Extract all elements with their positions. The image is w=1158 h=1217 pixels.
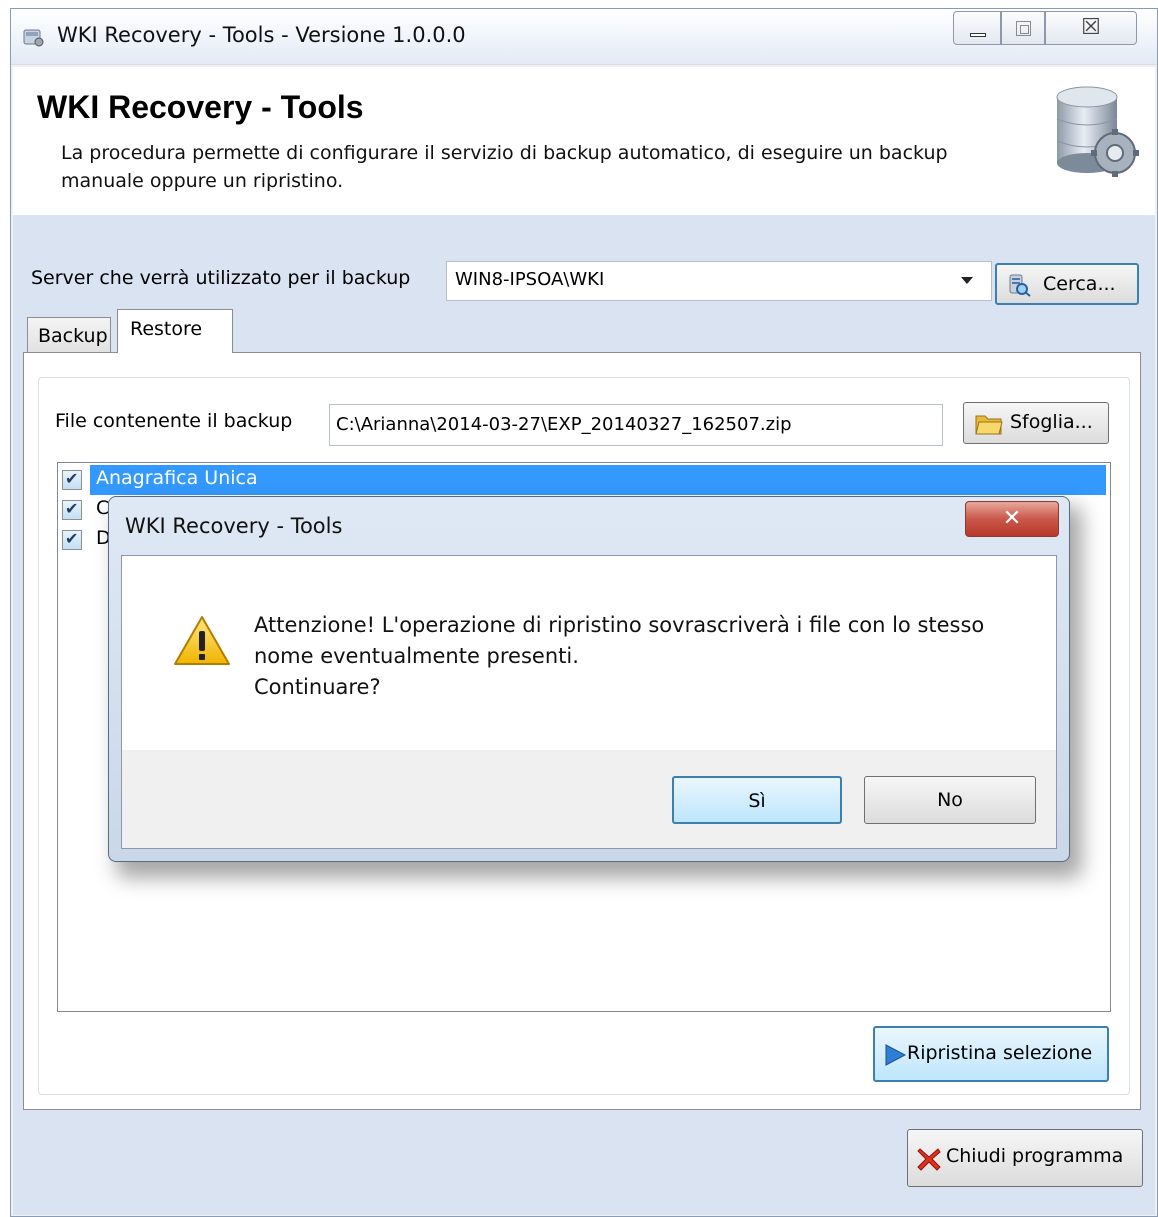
play-arrow-icon: [885, 1044, 907, 1066]
browse-button[interactable]: Sfoglia...: [963, 402, 1109, 444]
search-button-label: Cerca...: [1043, 273, 1116, 295]
restore-selection-button[interactable]: Ripristina selezione: [873, 1026, 1109, 1082]
tab-backup-label: Backup: [38, 325, 108, 347]
minimize-icon: [970, 33, 986, 37]
page-title: WKI Recovery - Tools: [37, 89, 364, 125]
maximize-icon: [1016, 21, 1031, 36]
warning-icon: [174, 616, 230, 665]
tab-backup[interactable]: Backup: [27, 317, 111, 353]
browse-button-label: Sfoglia...: [1010, 411, 1093, 433]
server-label: Server che verrà utilizzato per il backu…: [31, 267, 411, 289]
title-bar[interactable]: WKI Recovery - Tools - Versione 1.0.0.0 …: [11, 9, 1157, 65]
chevron-down-icon: [961, 277, 973, 284]
restore-selection-label: Ripristina selezione: [907, 1042, 1093, 1064]
close-icon: ✕: [1002, 506, 1022, 531]
close-program-button[interactable]: Chiudi programma: [907, 1129, 1143, 1187]
backup-file-field[interactable]: C:\Arianna\2014-03-27\EXP_20140327_16250…: [329, 404, 943, 446]
backup-file-label: File contenente il backup: [55, 410, 293, 432]
server-search-icon: [1009, 274, 1031, 297]
yes-button-label: Sì: [748, 790, 766, 812]
no-button[interactable]: No: [864, 776, 1036, 824]
dialog-message-line: Continuare?: [254, 675, 381, 699]
dialog-title: WKI Recovery - Tools: [125, 514, 343, 538]
red-x-icon: [917, 1148, 941, 1171]
close-program-label: Chiudi programma: [946, 1145, 1124, 1167]
confirm-dialog: WKI Recovery - Tools ✕ Attenzione! L'ope…: [108, 496, 1070, 862]
yes-button[interactable]: Sì: [672, 776, 842, 824]
maximize-button[interactable]: [1001, 11, 1045, 45]
app-icon: [23, 29, 44, 47]
server-value: WIN8-IPSOA\WKI: [455, 269, 605, 290]
tab-restore[interactable]: Restore: [117, 309, 233, 353]
dialog-close-button[interactable]: ✕: [965, 501, 1059, 537]
close-icon: ☒: [1081, 15, 1101, 40]
dialog-message-line: nome eventualmente presenti.: [254, 644, 579, 668]
search-server-button[interactable]: Cerca...: [995, 263, 1139, 305]
checkbox[interactable]: [62, 529, 82, 550]
dialog-message: Attenzione! L'operazione di ripristino s…: [254, 610, 1034, 703]
dialog-body: Attenzione! L'operazione di ripristino s…: [121, 555, 1057, 849]
page-description: La procedura permette di configurare il …: [61, 142, 948, 192]
list-item-label: Anagrafica Unica: [96, 467, 258, 489]
backup-file-value: C:\Arianna\2014-03-27\EXP_20140327_16250…: [336, 414, 792, 435]
window-close-button[interactable]: ☒: [1045, 11, 1137, 45]
checkbox[interactable]: [62, 499, 82, 520]
list-item[interactable]: Anagrafica Unica: [58, 465, 1106, 497]
tab-restore-label: Restore: [130, 318, 203, 340]
checkbox[interactable]: [62, 469, 82, 490]
server-dropdown[interactable]: WIN8-IPSOA\WKI: [446, 261, 992, 301]
window-title: WKI Recovery - Tools - Versione 1.0.0.0: [57, 23, 466, 47]
dialog-button-bar: Sì No: [122, 750, 1056, 848]
no-button-label: No: [937, 789, 963, 811]
folder-icon: [975, 415, 1003, 435]
dialog-message-line: Attenzione! L'operazione di ripristino s…: [254, 613, 985, 637]
database-gear-icon: [1056, 86, 1139, 177]
header-banner: WKI Recovery - Tools La procedura permet…: [13, 67, 1155, 215]
minimize-button[interactable]: [953, 11, 1001, 45]
